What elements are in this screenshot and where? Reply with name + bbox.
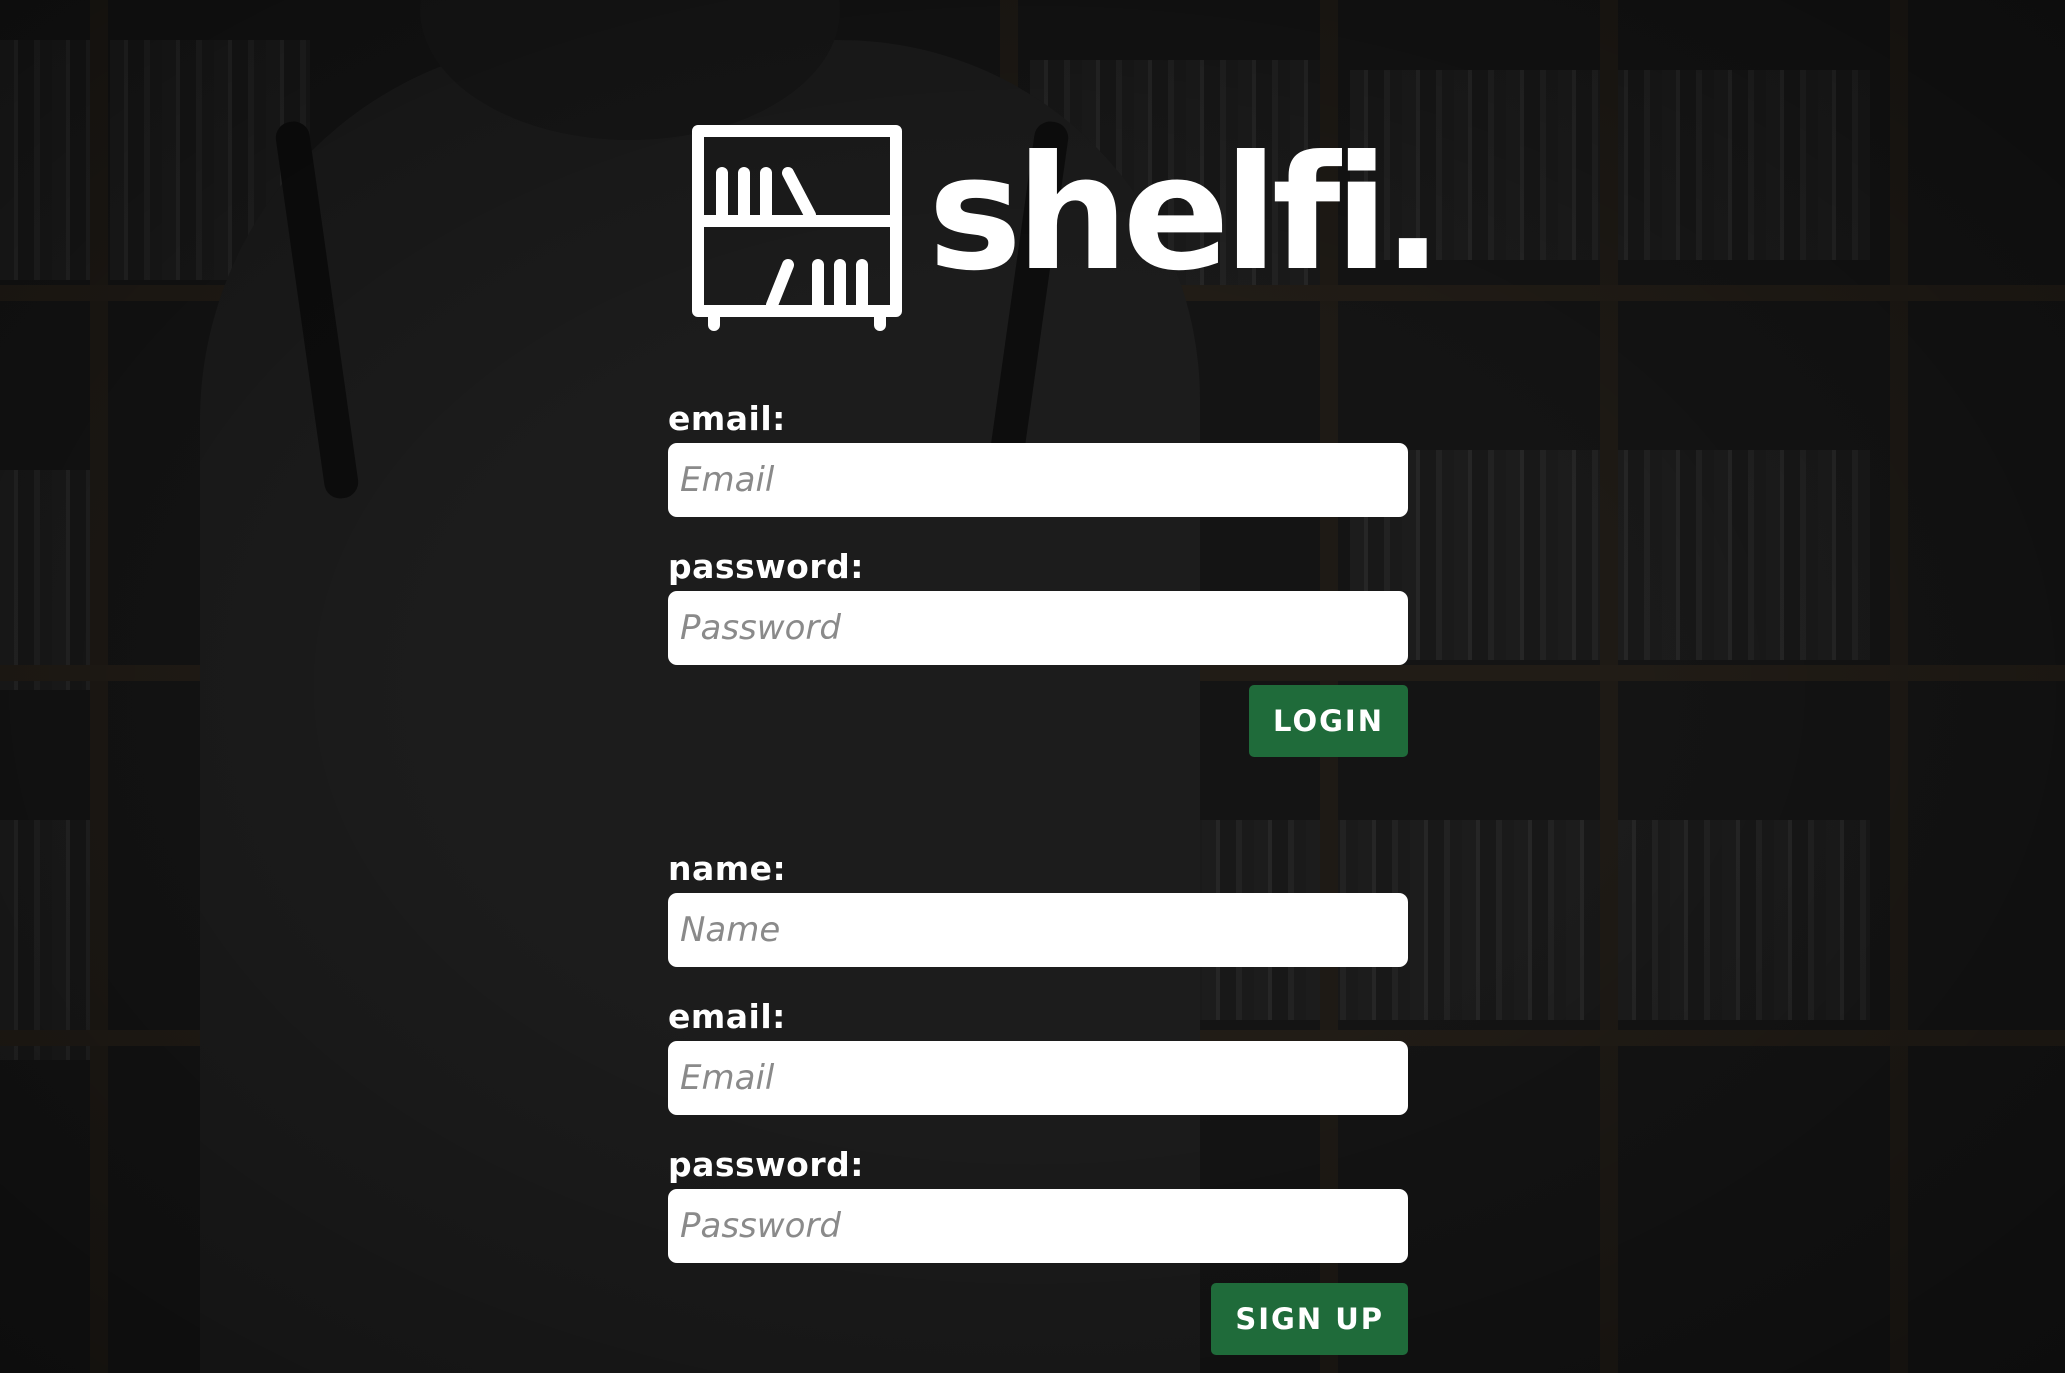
login-button[interactable]: LOGIN: [1249, 685, 1408, 757]
login-email-input[interactable]: [668, 443, 1408, 517]
signup-email-input[interactable]: [668, 1041, 1408, 1115]
signup-name-input[interactable]: [668, 893, 1408, 967]
login-password-label: password:: [668, 547, 864, 586]
login-form: email: password: LOGIN: [668, 395, 1408, 757]
auth-panel: email: password: LOGIN name: email: pass…: [668, 395, 1408, 1355]
login-actions: LOGIN: [668, 685, 1408, 757]
login-email-label: email:: [668, 399, 786, 438]
signup-password-label: password:: [668, 1145, 864, 1184]
bookshelf-icon: [692, 125, 902, 331]
signup-actions: SIGN UP: [668, 1283, 1408, 1355]
signup-button[interactable]: SIGN UP: [1211, 1283, 1408, 1355]
signup-email-label: email:: [668, 997, 786, 1036]
signup-name-label: name:: [668, 849, 787, 888]
brand-wordmark: shelfi.: [928, 122, 1443, 306]
signup-password-input[interactable]: [668, 1189, 1408, 1263]
login-password-input[interactable]: [668, 591, 1408, 665]
signup-form: name: email: password: SIGN UP: [668, 845, 1408, 1355]
brand-logo: shelfi.: [692, 125, 1443, 335]
